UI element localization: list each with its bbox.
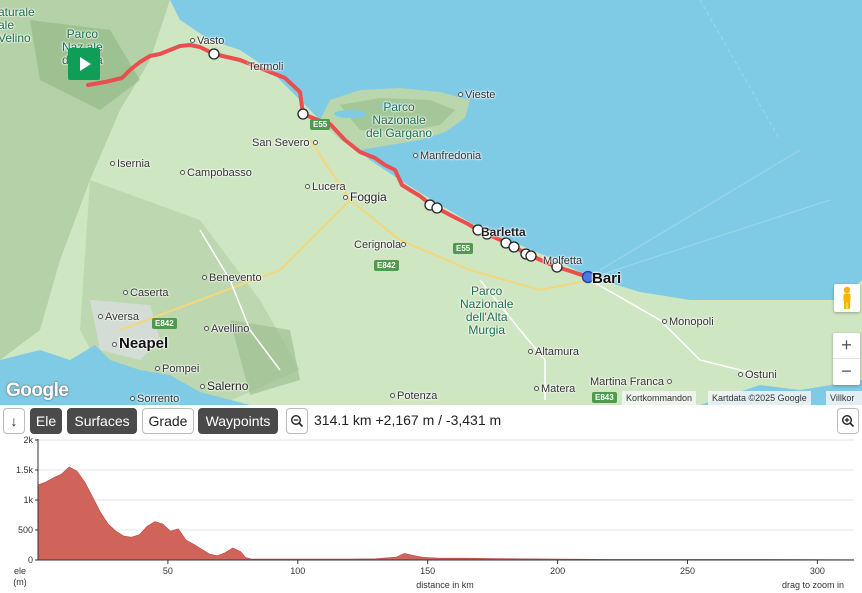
map-data-attribution: Kartdata ©2025 Google [708, 391, 811, 405]
waypoint-marker[interactable] [297, 108, 309, 120]
play-route-button[interactable] [68, 48, 100, 80]
park-label-gargano: Parco Nazionale del Gargano [366, 100, 433, 140]
terms-link[interactable]: Villkor [826, 391, 862, 405]
elevation-toolbar: ↓ Ele Surfaces Grade Waypoints 314.1 km … [0, 405, 862, 435]
route-stats: 314.1 km +2,167 m / -3,431 m [314, 412, 502, 428]
waypoint-marker[interactable] [525, 250, 537, 262]
place-martina-franca: Martina Franca [590, 376, 674, 388]
x-tick-label: 150 [420, 566, 435, 576]
waypoint-marker[interactable] [208, 48, 220, 60]
y-tick-label: 1k [23, 495, 33, 505]
zoom-in-icon[interactable] [837, 408, 859, 434]
place-aversa: Aversa [98, 311, 139, 323]
place-lucera: Lucera [305, 181, 346, 193]
x-tick-label: 250 [680, 566, 695, 576]
x-tick-label: 300 [810, 566, 825, 576]
y-tick-label: 500 [18, 525, 33, 535]
waypoint-marker[interactable] [431, 202, 443, 214]
place-bari: Bari [592, 270, 622, 287]
x-tick-label: 100 [290, 566, 305, 576]
x-tick-label: 50 [163, 566, 173, 576]
route-planner: ParcoNaz aledell ella aturalealeVelino P… [0, 0, 862, 593]
place-vasto: Vasto [190, 35, 224, 47]
place-potenza: Potenza [390, 390, 437, 402]
surfaces-toggle-button[interactable]: Surfaces [67, 408, 137, 434]
place-barletta: Barletta [481, 225, 526, 239]
grade-toggle-button[interactable]: Grade [142, 408, 194, 434]
place-salerno: Salerno [200, 380, 248, 392]
y-tick-label: 1.5k [16, 465, 34, 475]
elevation-profile[interactable]: 2k 1.5k 1k 500 0 50 100 150 200 250 300 ele (m) d… [0, 435, 862, 593]
place-manfredonia: Manfredonia [413, 150, 481, 162]
keyboard-shortcuts-link[interactable]: Kortkommandon [622, 391, 697, 405]
place-campobasso: Campobasso [180, 167, 252, 179]
road-shield-e55: E55 [453, 243, 474, 254]
place-foggia: Foggia [343, 191, 387, 203]
ele-toggle-button[interactable]: Ele [30, 408, 62, 434]
park-label-alta-murgia: Parco Nazionale dell'Alta Murgia [460, 284, 514, 337]
place-termoli: Termoli [248, 61, 284, 73]
y-tick-label: 2k [23, 435, 33, 445]
place-monopoli: Monopoli [662, 316, 714, 328]
place-benevento: Benevento [202, 272, 262, 284]
x-axis-label: distance in km [416, 580, 474, 590]
place-caserta: Caserta [123, 287, 169, 299]
zoom-in-button[interactable]: + [833, 333, 860, 359]
park-label-velino: aturale ale Velino [0, 5, 35, 45]
road-shield-e842: E842 [374, 260, 399, 271]
waypoints-toggle-button[interactable]: Waypoints [198, 408, 278, 434]
place-molfetta: Molfetta [543, 255, 583, 267]
waypoint-marker[interactable] [508, 241, 520, 253]
place-matera: Matera [534, 383, 575, 395]
zoom-control: + − [833, 333, 860, 385]
x-tick-label: 200 [550, 566, 565, 576]
place-san-severo: San Severo [252, 137, 320, 149]
place-neapel: Neapel [112, 336, 168, 351]
elevation-area [37, 466, 855, 561]
zoom-out-icon[interactable] [286, 408, 308, 434]
y-axis-label: ele [14, 566, 26, 576]
google-logo: Google [6, 380, 69, 401]
zoom-out-button[interactable]: − [833, 359, 860, 385]
place-vieste: Vieste [458, 89, 495, 101]
road-shield-e843: E843 [592, 392, 617, 403]
place-pompei: Pompei [155, 363, 199, 375]
map-view[interactable]: ParcoNaz aledell ella aturalealeVelino P… [0, 0, 862, 405]
road-shield-e842: E842 [152, 318, 177, 329]
place-ostuni: Ostuni [738, 369, 777, 381]
place-cerignola: Cerignola [354, 239, 408, 251]
place-avellino: Avellino [204, 323, 249, 335]
pegman-icon[interactable] [834, 284, 860, 312]
y-tick-label: 0 [28, 555, 33, 565]
place-altamura: Altamura [528, 346, 579, 358]
collapse-button[interactable]: ↓ [3, 408, 25, 434]
zoom-hint: drag to zoom in [782, 580, 844, 590]
place-sorrento: Sorrento [130, 393, 179, 405]
road-shield-e55: E55 [310, 119, 331, 130]
y-axis-unit: (m) [13, 577, 27, 587]
place-isernia: Isernia [110, 158, 150, 170]
